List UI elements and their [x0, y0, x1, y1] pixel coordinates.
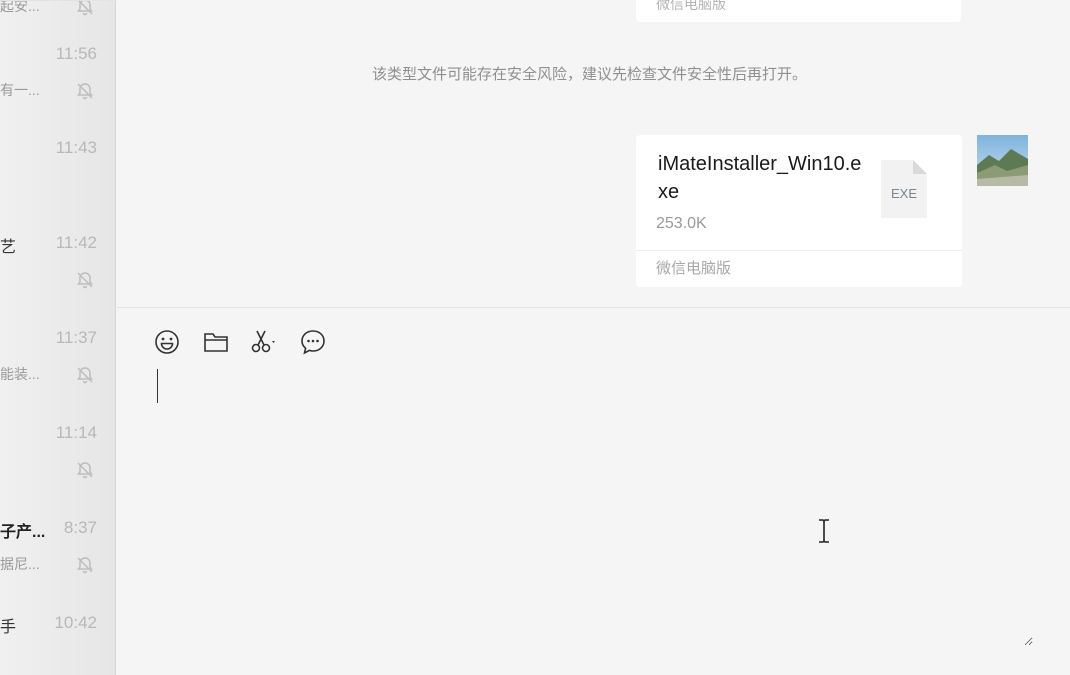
conversation-item[interactable]: 艺 11:42: [0, 233, 115, 328]
security-notice: 该类型文件可能存在安全风险，建议先检查文件安全性后再打开。: [372, 66, 808, 83]
file-extension-label: EXE: [890, 186, 917, 201]
emoji-icon[interactable]: [153, 328, 181, 356]
conversation-time: 8:37: [63, 518, 97, 537]
conversation-item[interactable]: 手 10:42: [0, 613, 115, 675]
file-message-card[interactable]: iMateInstaller_Win10.exe 253.0K EXE 微信电脑…: [636, 135, 962, 287]
folder-icon[interactable]: [202, 328, 230, 356]
scissors-icon[interactable]: [250, 328, 278, 356]
conversation-time: 11:43: [55, 138, 97, 157]
conversation-list: 起安... 11:56 有一... 11:43 艺 11:42 11:37 能装…: [0, 0, 116, 675]
file-card-divider: [636, 250, 962, 251]
chat-history-icon[interactable]: [299, 328, 327, 356]
conversation-time: 10:42: [54, 613, 97, 632]
conversation-title: 子产...: [0, 524, 46, 541]
conversation-preview: 起安...: [0, 0, 40, 14]
conversation-time: 11:37: [55, 328, 97, 347]
mute-bell-icon: [77, 557, 93, 574]
conversation-preview: 有一...: [0, 82, 40, 98]
conversation-time: 11:42: [55, 233, 97, 252]
previous-file-source: 微信电脑版: [656, 0, 726, 12]
file-name: iMateInstaller_Win10.exe: [658, 153, 862, 203]
mute-bell-icon: [77, 272, 93, 289]
conversation-item[interactable]: 11:37 能装...: [0, 328, 115, 423]
message-area: 微信电脑版 该类型文件可能存在安全风险，建议先检查文件安全性后再打开。 iMat…: [117, 0, 1070, 307]
conversation-item[interactable]: 11:14: [0, 423, 115, 518]
conversation-preview: 能装...: [0, 366, 40, 382]
mute-bell-icon: [77, 462, 93, 479]
file-source: 微信电脑版: [656, 260, 732, 277]
conversation-title: 艺: [0, 239, 17, 256]
conversation-title: 手: [0, 619, 17, 636]
conversation-item[interactable]: 11:43: [0, 138, 115, 233]
previous-file-card[interactable]: 微信电脑版: [636, 0, 961, 22]
message-input[interactable]: [153, 366, 1033, 646]
conversation-preview: 据尼...: [0, 556, 40, 572]
avatar-landscape-image: [977, 135, 1028, 186]
conversation-time: 11:14: [55, 423, 97, 442]
mute-bell-icon: [77, 367, 93, 384]
file-size: 253.0K: [656, 215, 707, 232]
conversation-item[interactable]: 11:56 有一...: [0, 44, 115, 139]
conversation-item[interactable]: 子产... 8:37 据尼...: [0, 518, 115, 613]
mute-bell-icon: [77, 0, 93, 16]
sender-avatar[interactable]: [977, 135, 1028, 186]
text-cursor-icon: [819, 519, 829, 543]
mute-bell-icon: [77, 83, 93, 100]
message-input-area: [117, 307, 1070, 675]
text-caret: [157, 369, 158, 403]
conversation-time: 11:56: [55, 44, 97, 63]
